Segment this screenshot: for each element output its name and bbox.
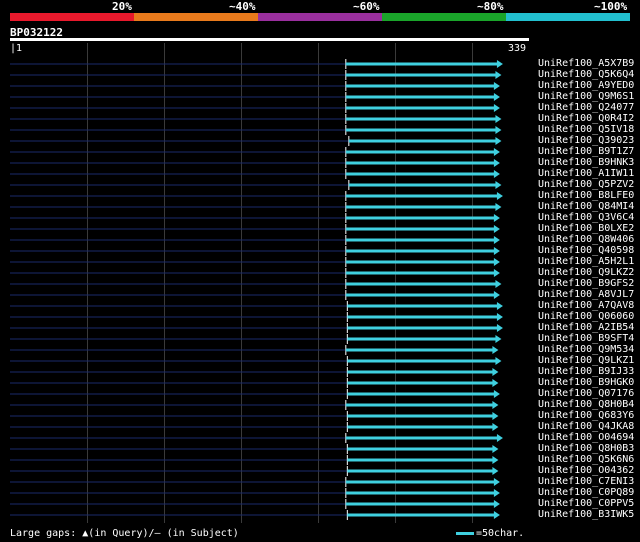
hit-arrow-icon (495, 203, 502, 211)
hit-name-link[interactable]: UniRef100_B9HGK0 (538, 377, 634, 388)
hit-name-link[interactable]: UniRef100_Q8H0B3 (538, 443, 634, 454)
hit-name-link[interactable]: UniRef100_Q5K6Q4 (538, 69, 634, 80)
hit-name-link[interactable]: UniRef100_Q5PZV2 (538, 179, 634, 190)
hit-arrow-icon (493, 247, 500, 255)
hit-name-link[interactable]: UniRef100_Q9LKZ2 (538, 267, 634, 278)
hit-arrow-icon (492, 445, 499, 453)
hit-arrow-icon (495, 71, 502, 79)
hit-arrow-icon (492, 379, 499, 387)
hit-name-link[interactable]: UniRef100_Q683Y6 (538, 410, 634, 421)
hit-arrow-icon (493, 489, 500, 497)
hit-name-link[interactable]: UniRef100_Q0R4I2 (538, 113, 634, 124)
hit-arrow-icon (495, 357, 502, 365)
hit-arrow-icon (492, 412, 499, 420)
hit-name-link[interactable]: UniRef100_A1IW11 (538, 168, 634, 179)
hit-name-link[interactable]: UniRef100_O04362 (538, 465, 634, 476)
hit-arrow-icon (492, 368, 499, 376)
hit-arrow-icon (493, 291, 500, 299)
hit-name-link[interactable]: UniRef100_Q40598 (538, 245, 634, 256)
hit-name-link[interactable]: UniRef100_A5X7B9 (538, 58, 634, 69)
hit-arrow-icon (493, 104, 500, 112)
hit-arrow-icon (492, 401, 499, 409)
hit-name-link[interactable]: UniRef100_B9HNK3 (538, 157, 634, 168)
hit-name-link[interactable]: UniRef100_Q4JKA8 (538, 421, 634, 432)
hit-name-link[interactable]: UniRef100_Q3V6C4 (538, 212, 634, 223)
hit-arrow-icon (496, 313, 503, 321)
gap-legend: Large gaps: ▲(in Query)/— (in Subject) (10, 528, 239, 539)
hit-arrow-icon (493, 500, 500, 508)
hit-arrow-icon (496, 60, 503, 68)
legend-large-gaps: Large gaps: (10, 528, 77, 539)
legend-query-text: (in Query)/ (88, 528, 155, 539)
hit-arrow-icon (495, 137, 502, 145)
hit-name-link[interactable]: UniRef100_Q8W406 (538, 234, 634, 245)
hit-name-link[interactable]: UniRef100_B3IWK5 (538, 509, 634, 520)
hit-name-link[interactable]: UniRef100_Q5IV18 (538, 124, 634, 135)
hit-name-link[interactable]: UniRef100_Q84MI4 (538, 201, 634, 212)
hit-name-link[interactable]: UniRef100_Q9M6S1 (538, 91, 634, 102)
hit-name-link[interactable]: UniRef100_Q9LKZ1 (538, 355, 634, 366)
hit-arrow-icon (493, 82, 500, 90)
hit-name-link[interactable]: UniRef100_A9YED0 (538, 80, 634, 91)
hit-arrow-icon (495, 335, 502, 343)
hit-name-link[interactable]: UniRef100_Q07176 (538, 388, 634, 399)
hit-name-link[interactable]: UniRef100_O04694 (538, 432, 634, 443)
hit-arrow-icon (492, 423, 499, 431)
hit-arrow-icon (495, 280, 502, 288)
hit-arrow-icon (495, 181, 502, 189)
hit-name-link[interactable]: UniRef100_Q9M534 (538, 344, 634, 355)
hit-name-link[interactable]: UniRef100_B9GFS2 (538, 278, 634, 289)
hit-name-link[interactable]: UniRef100_Q06060 (538, 311, 634, 322)
hit-arrow-icon (492, 456, 499, 464)
hit-arrow-icon (493, 148, 500, 156)
hit-arrow-icon (493, 159, 500, 167)
legend-subject-text: (in Subject) (160, 528, 239, 539)
hit-arrow-icon (493, 258, 500, 266)
scale-legend: =50char. (456, 528, 524, 539)
hit-name-link[interactable]: UniRef100_A5H2L1 (538, 256, 634, 267)
hit-arrow-icon (493, 214, 500, 222)
hit-name-link[interactable]: UniRef100_B9T1Z7 (538, 146, 634, 157)
hit-arrow-icon (493, 390, 500, 398)
hit-arrow-icon (493, 478, 500, 486)
hit-arrow-icon (493, 93, 500, 101)
hit-arrow-icon (493, 170, 500, 178)
hit-name-link[interactable]: UniRef100_C0PQ89 (538, 487, 634, 498)
hit-arrow-icon (492, 467, 499, 475)
scale-bar-icon (456, 531, 474, 535)
hit-name-link[interactable]: UniRef100_C7ENI3 (538, 476, 634, 487)
hit-arrow-icon (492, 346, 499, 354)
hit-arrow-icon (495, 126, 502, 134)
hit-arrow-icon (496, 434, 503, 442)
hit-name-link[interactable]: UniRef100_Q39023 (538, 135, 634, 146)
hit-name-link[interactable]: UniRef100_B9IJ33 (538, 366, 634, 377)
hit-name-link[interactable]: UniRef100_A8VJL7 (538, 289, 634, 300)
hit-arrow-icon (496, 324, 503, 332)
hit-arrow-icon (493, 511, 500, 519)
hit-arrow-icon (496, 192, 503, 200)
hit-arrow-icon (496, 302, 503, 310)
scale-text: =50char. (476, 528, 525, 539)
hit-name-link[interactable]: UniRef100_C0PPV5 (538, 498, 634, 509)
hit-name-link[interactable]: UniRef100_Q8H0B4 (538, 399, 634, 410)
hit-name-link[interactable]: UniRef100_B9SFT4 (538, 333, 634, 344)
hit-arrow-icon (493, 269, 500, 277)
hit-name-link[interactable]: UniRef100_Q24077 (538, 102, 634, 113)
hit-name-link[interactable]: UniRef100_A7QAV8 (538, 300, 634, 311)
hit-name-link[interactable]: UniRef100_A2IB54 (538, 322, 634, 333)
hit-name-link[interactable]: UniRef100_B0LXE2 (538, 223, 634, 234)
hit-name-link[interactable]: UniRef100_Q5K6N6 (538, 454, 634, 465)
hit-arrow-icon (493, 236, 500, 244)
hit-arrow-icon (493, 225, 500, 233)
hit-arrow-icon (495, 115, 502, 123)
hit-name-link[interactable]: UniRef100_B8LFE0 (538, 190, 634, 201)
